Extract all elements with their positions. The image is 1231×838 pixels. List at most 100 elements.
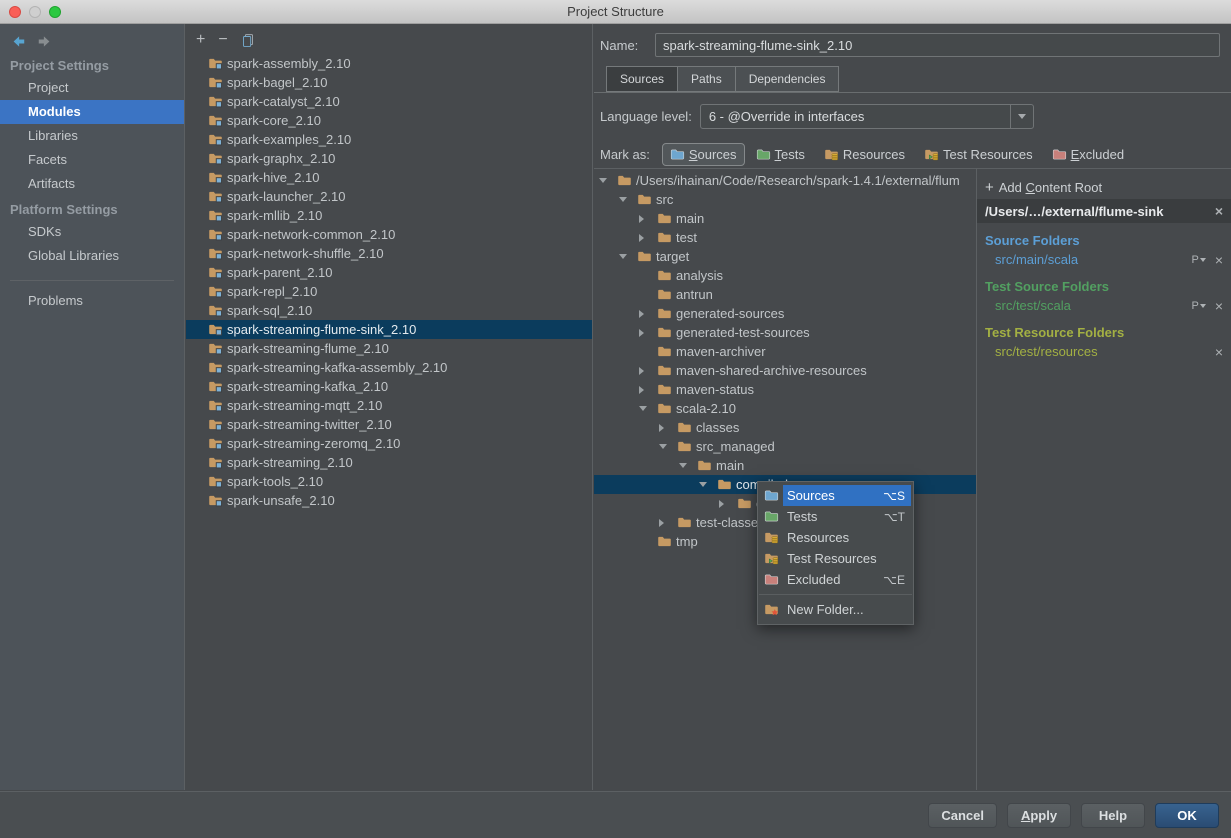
module-list-item[interactable]: spark-sql_2.10 (186, 301, 592, 320)
module-list-item[interactable]: spark-assembly_2.10 (186, 54, 592, 73)
chevron-collapsed-icon[interactable] (639, 386, 657, 394)
folder-path[interactable]: src/test/resources (995, 344, 1215, 359)
tree-row[interactable]: classes (594, 418, 976, 437)
tree-row[interactable]: maven-status (594, 380, 976, 399)
module-list-item[interactable]: spark-launcher_2.10 (186, 187, 592, 206)
module-list-item[interactable]: spark-graphx_2.10 (186, 149, 592, 168)
chevron-collapsed-icon[interactable] (659, 519, 677, 527)
mark-as-resources-button[interactable]: Resources (816, 143, 913, 166)
module-list-item[interactable]: spark-streaming-flume-sink_2.10 (186, 320, 592, 339)
tree-row[interactable]: src_managed (594, 437, 976, 456)
chevron-expanded-icon[interactable] (619, 254, 637, 259)
chevron-collapsed-icon[interactable] (639, 310, 657, 318)
module-list-item[interactable]: spark-streaming-kafka_2.10 (186, 377, 592, 396)
package-prefix-icon[interactable]: P (1191, 300, 1205, 312)
tab-dependencies[interactable]: Dependencies (734, 66, 840, 92)
remove-folder-icon[interactable]: × (1215, 345, 1223, 359)
module-list-item[interactable]: spark-tools_2.10 (186, 472, 592, 491)
tree-row[interactable]: src (594, 190, 976, 209)
sidebar-item-project[interactable]: Project (0, 76, 184, 100)
chevron-collapsed-icon[interactable] (719, 500, 737, 508)
module-list-item[interactable]: spark-repl_2.10 (186, 282, 592, 301)
chevron-expanded-icon[interactable] (699, 482, 717, 487)
back-arrow-icon[interactable] (10, 33, 27, 50)
module-list-item[interactable]: spark-streaming-flume_2.10 (186, 339, 592, 358)
remove-module-button[interactable]: − (218, 32, 227, 48)
module-list-item[interactable]: spark-network-common_2.10 (186, 225, 592, 244)
module-list-item[interactable]: spark-hive_2.10 (186, 168, 592, 187)
tree-row[interactable]: maven-shared-archive-resources (594, 361, 976, 380)
forward-arrow-icon[interactable] (36, 33, 53, 50)
menu-item-new-folder[interactable]: New Folder... (758, 599, 913, 620)
language-level-select[interactable]: 6 - @Override in interfaces (699, 103, 1034, 129)
tree-row[interactable]: main (594, 209, 976, 228)
tree-row[interactable]: target (594, 247, 976, 266)
chevron-expanded-icon[interactable] (679, 463, 697, 468)
module-name-input[interactable] (655, 33, 1220, 57)
menu-item-tests[interactable]: Tests ⌥T (758, 506, 913, 527)
module-list-item[interactable]: spark-streaming-twitter_2.10 (186, 415, 592, 434)
chevron-collapsed-icon[interactable] (659, 424, 677, 432)
cancel-button[interactable]: Cancel (928, 802, 997, 828)
sidebar-item-artifacts[interactable]: Artifacts (0, 172, 184, 196)
apply-button[interactable]: Apply (1007, 802, 1071, 828)
package-prefix-icon[interactable]: P (1191, 254, 1205, 266)
chevron-expanded-icon[interactable] (599, 178, 617, 183)
tree-row[interactable]: main (594, 456, 976, 475)
mark-as-sources-button[interactable]: Sources (661, 142, 745, 166)
tree-row[interactable]: test (594, 228, 976, 247)
tree-row[interactable]: /Users/ihainan/Code/Research/spark-1.4.1… (594, 171, 976, 190)
remove-content-root-icon[interactable]: × (1215, 204, 1223, 218)
chevron-expanded-icon[interactable] (619, 197, 637, 202)
sidebar-item-sdks[interactable]: SDKs (0, 220, 184, 244)
help-button[interactable]: Help (1081, 802, 1145, 828)
module-list-item[interactable]: spark-bagel_2.10 (186, 73, 592, 92)
tree-row[interactable]: generated-sources (594, 304, 976, 323)
chevron-collapsed-icon[interactable] (639, 367, 657, 375)
tree-row[interactable]: scala-2.10 (594, 399, 976, 418)
sidebar-item-problems[interactable]: Problems (0, 289, 184, 313)
tree-row[interactable]: maven-archiver (594, 342, 976, 361)
menu-item-excluded[interactable]: Excluded ⌥E (758, 569, 913, 590)
tree-row[interactable]: analysis (594, 266, 976, 285)
module-list-item[interactable]: spark-streaming-kafka-assembly_2.10 (186, 358, 592, 377)
ok-button[interactable]: OK (1155, 802, 1219, 828)
module-list-item[interactable]: spark-unsafe_2.10 (186, 491, 592, 510)
mark-as-excluded-button[interactable]: Excluded (1044, 143, 1132, 166)
sidebar-item-global-libraries[interactable]: Global Libraries (0, 244, 184, 268)
tab-sources[interactable]: Sources (606, 66, 679, 92)
add-module-button[interactable]: + (196, 32, 205, 48)
module-list-item[interactable]: spark-catalyst_2.10 (186, 92, 592, 111)
tree-row[interactable]: antrun (594, 285, 976, 304)
mark-as-tests-button[interactable]: Tests (748, 143, 813, 166)
module-list-item[interactable]: spark-network-shuffle_2.10 (186, 244, 592, 263)
remove-folder-icon[interactable]: × (1215, 253, 1223, 267)
tree-row[interactable]: generated-test-sources (594, 323, 976, 342)
chevron-collapsed-icon[interactable] (639, 329, 657, 337)
module-list-item[interactable]: spark-streaming-zeromq_2.10 (186, 434, 592, 453)
chevron-collapsed-icon[interactable] (639, 215, 657, 223)
module-list-item[interactable]: spark-mllib_2.10 (186, 206, 592, 225)
tab-paths[interactable]: Paths (677, 66, 736, 92)
menu-item-sources[interactable]: Sources ⌥S (758, 485, 913, 506)
module-list-item[interactable]: spark-streaming_2.10 (186, 453, 592, 472)
module-list-item[interactable]: spark-examples_2.10 (186, 130, 592, 149)
combo-dropdown-button[interactable] (1009, 104, 1033, 128)
mark-as-test-resources-button[interactable]: Test Resources (916, 143, 1041, 166)
module-list-item[interactable]: spark-streaming-mqtt_2.10 (186, 396, 592, 415)
folder-path[interactable]: src/main/scala (995, 252, 1191, 267)
menu-item-test-resources[interactable]: Test Resources (758, 548, 913, 569)
chevron-collapsed-icon[interactable] (639, 234, 657, 242)
module-list-item[interactable]: spark-parent_2.10 (186, 263, 592, 282)
sidebar-item-modules[interactable]: Modules (0, 100, 184, 124)
chevron-expanded-icon[interactable] (659, 444, 677, 449)
chevron-expanded-icon[interactable] (639, 406, 657, 411)
module-list-item[interactable]: spark-core_2.10 (186, 111, 592, 130)
folder-path[interactable]: src/test/scala (995, 298, 1191, 313)
sidebar-item-facets[interactable]: Facets (0, 148, 184, 172)
add-content-root-button[interactable]: + Add Content Root (977, 175, 1231, 199)
copy-icon[interactable] (241, 33, 256, 48)
remove-folder-icon[interactable]: × (1215, 299, 1223, 313)
sidebar-item-libraries[interactable]: Libraries (0, 124, 184, 148)
menu-item-resources[interactable]: Resources (758, 527, 913, 548)
